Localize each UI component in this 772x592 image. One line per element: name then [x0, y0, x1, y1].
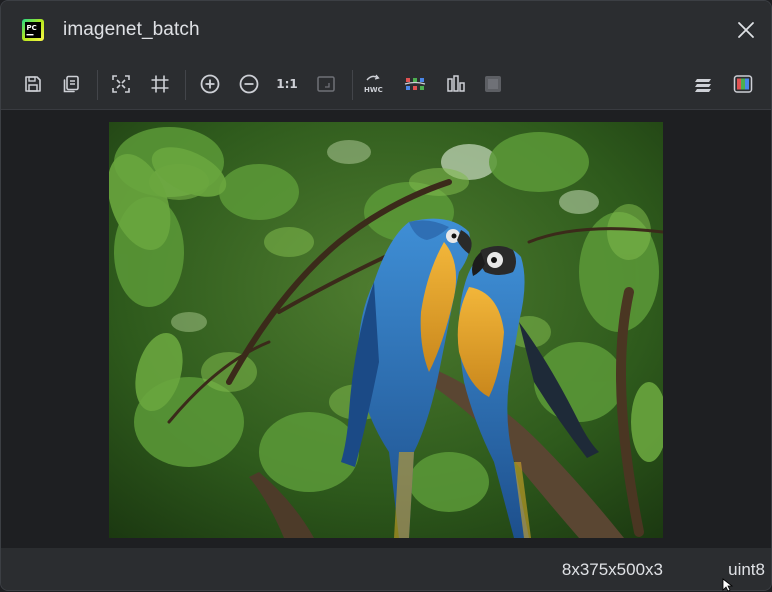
save-icon: [25, 76, 41, 92]
tensor-shape: 8x375x500x3: [561, 560, 663, 579]
zoom-in-icon: [200, 74, 220, 94]
copy-button[interactable]: [58, 71, 84, 97]
color-channels-icon: [733, 75, 753, 93]
app-icon-label: PC: [27, 24, 37, 32]
layers-button[interactable]: [691, 71, 717, 97]
toolbar-separator: [97, 70, 98, 100]
zoom-out-button[interactable]: [236, 71, 262, 97]
fit-image-button[interactable]: [313, 71, 339, 97]
stop-button[interactable]: [480, 71, 506, 97]
hwc-layout-icon: HWC: [364, 74, 383, 94]
grid-button[interactable]: [147, 71, 173, 97]
pycharm-icon: PC: [22, 19, 44, 41]
title-bar: PC imagenet_batch: [1, 1, 771, 59]
image-preview[interactable]: [109, 122, 663, 538]
status-bar: 8x375x500x3 uint8: [1, 548, 771, 590]
fit-to-window-icon: [112, 75, 130, 93]
hwc-layout-button[interactable]: HWC: [363, 71, 389, 97]
toolbar-separator: [185, 70, 186, 100]
toolbar-separator: [352, 70, 353, 100]
close-icon[interactable]: [731, 15, 761, 45]
window-title: imagenet_batch: [63, 19, 200, 40]
actual-size-button[interactable]: 1:1: [274, 71, 300, 97]
histogram-icon: [447, 75, 465, 92]
macaws-image: [109, 122, 663, 538]
actual-size-icon: 1:1: [276, 77, 298, 91]
rgb-channels-icon: [404, 78, 426, 90]
layers-icon: [695, 79, 711, 92]
zoom-out-icon: [239, 74, 259, 94]
color-channels-button[interactable]: [730, 71, 756, 97]
mouse-cursor-icon: [722, 578, 734, 592]
rgb-channels-button[interactable]: [402, 71, 428, 97]
toolbar: 1:1 HWC: [1, 61, 771, 109]
fit-image-icon: [317, 76, 335, 92]
save-button[interactable]: [20, 71, 46, 97]
fit-to-window-button[interactable]: [108, 71, 134, 97]
hwc-label: HWC: [364, 86, 383, 94]
image-canvas[interactable]: [1, 109, 771, 549]
tensor-dtype: uint8: [728, 560, 765, 579]
histogram-button[interactable]: [443, 71, 469, 97]
grid-icon: [151, 75, 169, 93]
copy-icon: [63, 75, 79, 93]
image-viewer-window: PC imagenet_batch 1:1 HWC 8x375x500x3 ui…: [0, 0, 772, 591]
stop-icon: [485, 76, 501, 92]
zoom-in-button[interactable]: [197, 71, 223, 97]
